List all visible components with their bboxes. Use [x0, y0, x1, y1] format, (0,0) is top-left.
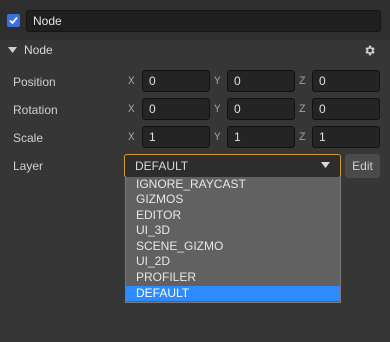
- scale-label: Scale: [13, 131, 44, 145]
- section-title: Node: [24, 43, 53, 57]
- rotation-label: Rotation: [13, 103, 58, 117]
- scale-y-input[interactable]: 1: [227, 126, 295, 148]
- triangle-down-icon[interactable]: [8, 47, 17, 54]
- rotation-y-input[interactable]: 0: [227, 98, 295, 120]
- rotation-x-axis-label: X: [128, 104, 135, 116]
- position-label: Position: [13, 75, 56, 89]
- rotation-y-axis-label: Y: [214, 104, 221, 116]
- position-z-input[interactable]: 0: [312, 70, 380, 92]
- layer-option[interactable]: UI_3D: [126, 223, 340, 238]
- position-z-axis-label: Z: [299, 76, 306, 88]
- layer-option-selected[interactable]: DEFAULT: [126, 286, 340, 301]
- position-x-axis-label: X: [128, 76, 135, 88]
- layer-option[interactable]: PROFILER: [126, 270, 340, 285]
- node-section-header[interactable]: [0, 40, 390, 62]
- position-y-axis-label: Y: [214, 76, 221, 88]
- layer-option[interactable]: UI_2D: [126, 254, 340, 269]
- scale-x-input[interactable]: 1: [142, 126, 210, 148]
- scale-y-axis-label: Y: [214, 132, 221, 144]
- scale-x-axis-label: X: [128, 132, 135, 144]
- rotation-z-input[interactable]: 0: [312, 98, 380, 120]
- layer-option[interactable]: EDITOR: [126, 208, 340, 223]
- position-y-input[interactable]: 0: [227, 70, 295, 92]
- rotation-z-axis-label: Z: [299, 104, 306, 116]
- layer-option[interactable]: SCENE_GIZMO: [126, 239, 340, 254]
- layer-dropdown-list: IGNORE_RAYCAST GIZMOS EDITOR UI_3D SCENE…: [125, 177, 341, 303]
- checkmark-icon: [9, 16, 18, 25]
- rotation-x-input[interactable]: 0: [142, 98, 210, 120]
- scale-z-input[interactable]: 1: [312, 126, 380, 148]
- position-x-input[interactable]: 0: [142, 70, 210, 92]
- scale-z-axis-label: Z: [299, 132, 306, 144]
- node-name-input[interactable]: Node: [26, 10, 381, 32]
- edit-layers-button[interactable]: Edit: [345, 154, 380, 178]
- layer-label: Layer: [13, 159, 44, 173]
- layer-option[interactable]: GIZMOS: [126, 192, 340, 207]
- active-checkbox[interactable]: [7, 14, 20, 27]
- chevron-down-icon[interactable]: [321, 162, 330, 169]
- gear-icon[interactable]: [363, 44, 376, 57]
- layer-option[interactable]: IGNORE_RAYCAST: [126, 177, 340, 192]
- layer-select[interactable]: DEFAULT: [124, 154, 341, 178]
